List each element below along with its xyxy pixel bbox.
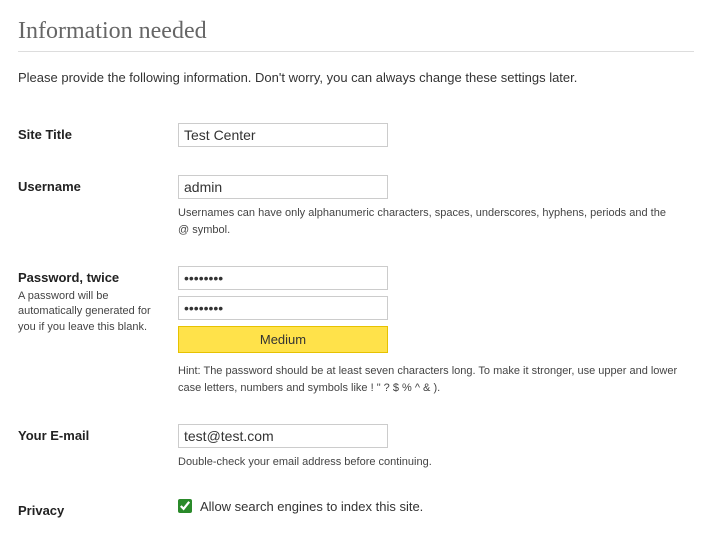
- password-strength-meter: Medium: [178, 326, 388, 353]
- password-input-2[interactable]: [178, 296, 388, 320]
- intro-text: Please provide the following information…: [18, 70, 694, 85]
- privacy-checkbox[interactable]: [178, 499, 192, 513]
- email-input[interactable]: [178, 424, 388, 448]
- email-label: Your E-mail: [18, 428, 89, 443]
- site-title-input[interactable]: [178, 123, 388, 147]
- email-hint: Double-check your email address before c…: [178, 454, 678, 471]
- password-input-1[interactable]: [178, 266, 388, 290]
- privacy-label: Privacy: [18, 503, 64, 518]
- form-table: Site Title Username Usernames can have o…: [18, 113, 694, 536]
- username-hint: Usernames can have only alphanumeric cha…: [178, 205, 678, 238]
- page-heading: Information needed: [18, 18, 694, 52]
- password-hint: Hint: The password should be at least se…: [178, 363, 678, 396]
- site-title-label: Site Title: [18, 127, 72, 142]
- password-label: Password, twice: [18, 270, 119, 285]
- password-label-hint: A password will be automatically generat…: [18, 289, 178, 335]
- username-input[interactable]: [178, 175, 388, 199]
- username-label: Username: [18, 179, 81, 194]
- privacy-checkbox-label: Allow search engines to index this site.: [200, 499, 423, 514]
